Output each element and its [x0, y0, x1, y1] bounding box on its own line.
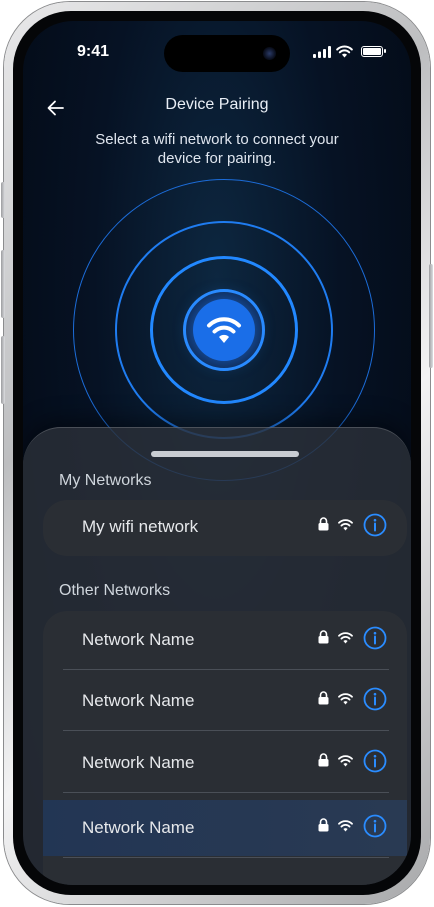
volume-down-button [1, 336, 5, 404]
page-title: Device Pairing [165, 96, 269, 113]
network-name: Network Name [82, 691, 195, 710]
wifi-signal-icon [338, 755, 353, 767]
row-divider [63, 730, 389, 731]
lock-icon [318, 630, 329, 644]
info-icon[interactable] [363, 513, 387, 537]
signal-icon [313, 46, 331, 58]
other-networks-label: Other Networks [59, 582, 171, 599]
row-divider [63, 792, 389, 793]
lock-icon [318, 691, 329, 705]
network-sheet: My Networks My wifi network Other Networ… [23, 427, 411, 885]
wifi-icon [207, 317, 241, 343]
sheet-grabber[interactable] [151, 451, 299, 457]
network-row[interactable]: My wifi network [43, 498, 407, 558]
network-name: Network Name [82, 753, 195, 772]
network-name: My wifi network [82, 517, 199, 536]
lock-icon [318, 818, 329, 832]
lock-icon [318, 517, 329, 531]
status-time: 9:41 [77, 43, 110, 60]
volume-up-button [1, 250, 5, 318]
wifi-signal-icon [338, 632, 353, 644]
network-row[interactable]: Network Name [43, 672, 407, 732]
wifi-signal-icon [338, 519, 353, 531]
power-button [429, 264, 433, 368]
network-name: Network Name [82, 630, 195, 649]
info-icon[interactable] [363, 749, 387, 773]
network-row[interactable]: Network Name [43, 611, 407, 671]
info-icon[interactable] [363, 687, 387, 711]
page-subtitle: Select a wifi network to connect your de… [95, 131, 339, 167]
wifi-scan-button[interactable] [193, 299, 255, 361]
wifi-status-icon [336, 45, 353, 58]
dynamic-island [164, 35, 290, 72]
camera-icon [263, 47, 276, 60]
row-divider [63, 669, 389, 670]
info-icon[interactable] [363, 814, 387, 838]
action-button [1, 182, 5, 218]
battery-icon [361, 46, 386, 57]
wifi-signal-icon [338, 820, 353, 832]
network-row[interactable]: Network Name [43, 734, 407, 794]
my-networks-card: My wifi network [43, 500, 407, 556]
status-bar: 9:41 [23, 21, 411, 81]
network-name: Network Name [82, 818, 195, 837]
row-divider [63, 857, 389, 858]
network-row[interactable]: Network Name [43, 800, 407, 856]
phone-frame: 9:41 Device Pairing Select a wifi networ… [1, 2, 433, 904]
lock-icon [318, 753, 329, 767]
info-icon[interactable] [363, 626, 387, 650]
other-networks-card: Network Name Network Name Network Name N… [43, 611, 407, 885]
my-networks-label: My Networks [59, 472, 152, 489]
wifi-signal-icon [338, 693, 353, 705]
screen: 9:41 Device Pairing Select a wifi networ… [23, 21, 411, 885]
